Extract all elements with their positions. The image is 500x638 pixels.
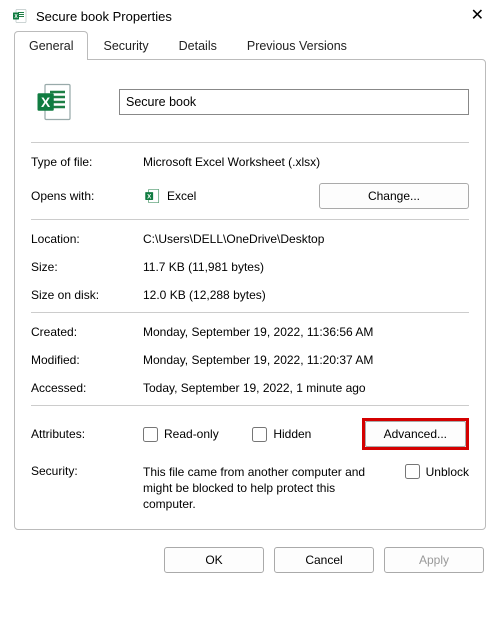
size-value: 11.7 KB (11,981 bytes) (143, 260, 469, 274)
advanced-highlight: Advanced... (362, 418, 469, 450)
modified-value: Monday, September 19, 2022, 11:20:37 AM (143, 353, 469, 367)
window-title: Secure book Properties (36, 9, 457, 24)
file-type-icon: X (31, 78, 79, 126)
filename-input[interactable] (119, 89, 469, 115)
titlebar: X Secure book Properties ✕ (0, 0, 500, 30)
readonly-label: Read-only (164, 427, 219, 441)
ok-button[interactable]: OK (164, 547, 264, 573)
readonly-checkbox[interactable]: Read-only (143, 427, 248, 442)
opens-with-value: X Excel (143, 187, 315, 205)
security-label: Security: (31, 464, 139, 478)
dialog-footer: OK Cancel Apply (0, 539, 500, 587)
size-on-disk-value: 12.0 KB (12,288 bytes) (143, 288, 469, 302)
type-of-file-value: Microsoft Excel Worksheet (.xlsx) (143, 155, 469, 169)
type-of-file-label: Type of file: (31, 155, 139, 169)
tab-previous-versions[interactable]: Previous Versions (232, 31, 362, 60)
change-button[interactable]: Change... (319, 183, 469, 209)
general-panel: X Type of file: Microsoft Excel Workshee… (14, 59, 486, 530)
security-text: This file came from another computer and… (143, 464, 373, 513)
divider (31, 312, 469, 313)
opens-with-label: Opens with: (31, 189, 139, 203)
attributes-label: Attributes: (31, 427, 139, 441)
advanced-button[interactable]: Advanced... (365, 421, 466, 447)
divider (31, 219, 469, 220)
cancel-button[interactable]: Cancel (274, 547, 374, 573)
accessed-value: Today, September 19, 2022, 1 minute ago (143, 381, 469, 395)
accessed-label: Accessed: (31, 381, 139, 395)
location-label: Location: (31, 232, 139, 246)
unblock-label: Unblock (426, 465, 469, 479)
created-label: Created: (31, 325, 139, 339)
tab-security[interactable]: Security (88, 31, 163, 60)
size-label: Size: (31, 260, 139, 274)
tab-details[interactable]: Details (164, 31, 232, 60)
modified-label: Modified: (31, 353, 139, 367)
unblock-checkbox-input[interactable] (405, 464, 420, 479)
readonly-checkbox-input[interactable] (143, 427, 158, 442)
divider (31, 405, 469, 406)
location-value: C:\Users\DELL\OneDrive\Desktop (143, 232, 469, 246)
opens-with-app: Excel (167, 189, 196, 203)
size-on-disk-label: Size on disk: (31, 288, 139, 302)
excel-file-icon: X (12, 8, 28, 24)
close-icon[interactable]: ✕ (465, 8, 490, 24)
svg-text:X: X (41, 95, 51, 110)
unblock-checkbox[interactable]: Unblock (405, 464, 469, 479)
divider (31, 142, 469, 143)
tab-general[interactable]: General (14, 31, 88, 60)
excel-app-icon: X (143, 187, 161, 205)
hidden-checkbox[interactable]: Hidden (252, 427, 357, 442)
apply-button[interactable]: Apply (384, 547, 484, 573)
created-value: Monday, September 19, 2022, 11:36:56 AM (143, 325, 469, 339)
tab-strip: General Security Details Previous Versio… (0, 30, 500, 60)
hidden-checkbox-input[interactable] (252, 427, 267, 442)
hidden-label: Hidden (273, 427, 311, 441)
